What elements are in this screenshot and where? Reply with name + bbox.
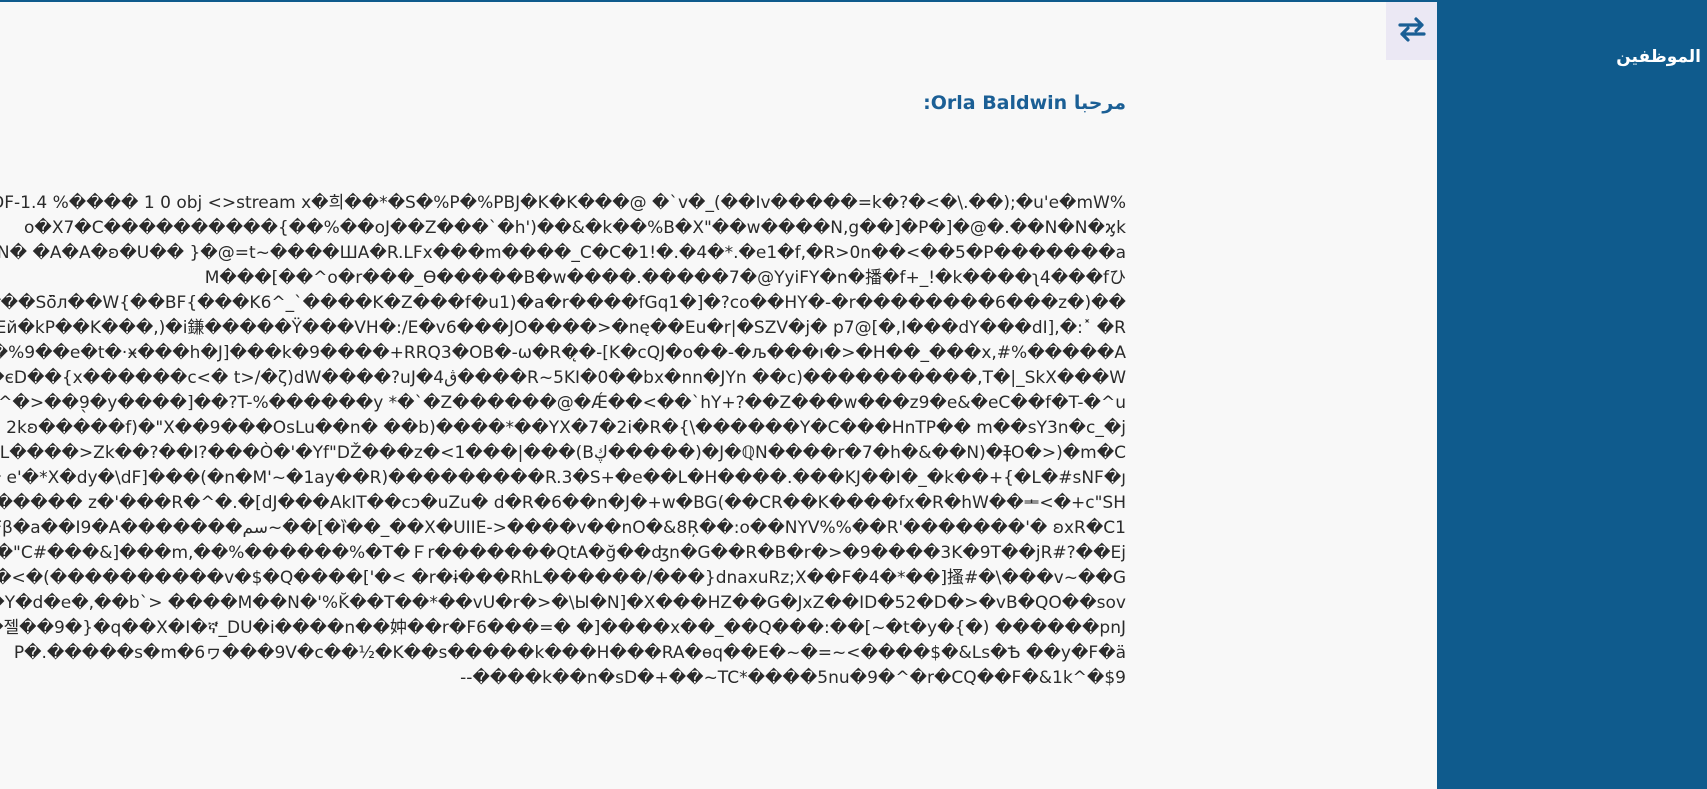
document-text-line: NJ�+�젤��9�}�q��X�I�ኛ_DU�i����n��妕��r�F6�… (0, 618, 1126, 638)
document-text-line: �Y�d�e�,��b`> ����M��N�'%K̆��T��*��vU�r�… (0, 593, 1126, 613)
main-content: مرحبا Orla Baldwin: �}}\�?�PDF-1.4 %����… (0, 2, 1437, 789)
document-text-line: 2kʚ�����f)�"X��9���OsLu��n� ��b)����*��Y… (6, 418, 1126, 438)
document-text-line: J̨��%9��e�t�·ӿ���h�J]���k�9����+RRQ3�OB�… (0, 343, 1126, 363)
document-text-line: o�X7�C����������{��%��oJ��Z���`�h')��&�k… (23, 218, 1126, 238)
greeting-heading: مرحبا Orla Baldwin: (923, 92, 1126, 114)
document-text-line: M���m.�NM�br��Sō̈л��W{��BF{���K6^_`����K… (0, 293, 1126, 313)
sidebar-item-employees[interactable]: الموظفين (1616, 47, 1701, 67)
document-text-line: _��V�[�H�~ �e2]�N� �A�A�ʚ�U�� }�@=t~����… (0, 243, 1126, 263)
document-text-line: 2�/���J�`�KR��4^�>��9̖�y����]��?T-%�����… (0, 393, 1126, 413)
document-text-line: M���[��^o�r���_ϴ�����B�w����.�����7�@Yyi… (204, 268, 1126, 288)
document-text-line: R� ��seL����>Zk��?��I?���Ò�'�Yf"DŽ���z�<… (0, 443, 1126, 463)
swap-arrows-icon (1396, 16, 1428, 46)
document-text-line: yd��'�O����p���� e'�*X�dy�\dF]���(�n�M'~… (0, 468, 1126, 488)
document-text-line: mn�@Fβ�a��I9�A�������سم~��[�ȉ��_��X�UIIE… (0, 518, 1126, 538)
document-text-line: --����k��n�sD�+��~TC*����5nu�9�^�r�CQ��F… (460, 668, 1126, 688)
document-text-line: n��H��p<�JJ�V,>����� z�'���R�^�.�[dJ���A… (0, 493, 1126, 513)
document-raw-text: �}}\�?�PDF-1.4 %���� 1 0 obj <>stream x�… (0, 191, 1126, 691)
document-text-line: �}}\�?�PDF-1.4 %���� 1 0 obj <>stream x�… (0, 193, 1126, 213)
sidebar: الموظفين (1437, 0, 1707, 789)
sidebar-toggle-button[interactable] (1386, 2, 1437, 60)
document-text-line: 0�b���E�л91\�]{�Eй�kP��K���,)�i鎌�����Ÿ��… (0, 318, 1126, 338)
document-text-line: nRz#���K�����ZPČ!�<�(����������v�$�Q����… (0, 568, 1126, 588)
document-text-line: b�R�b��"C#���&]���m,��%������%�T�Ｆr�����… (0, 543, 1126, 563)
document-text-line: P�.�����s�m�6ヮ���9V�c��½�K��s�����k���H�… (13, 643, 1126, 663)
document-text-line: p�Vd H�Nhm� KN�t�єD��{x������c<� t>/�ζ)d… (0, 368, 1126, 388)
